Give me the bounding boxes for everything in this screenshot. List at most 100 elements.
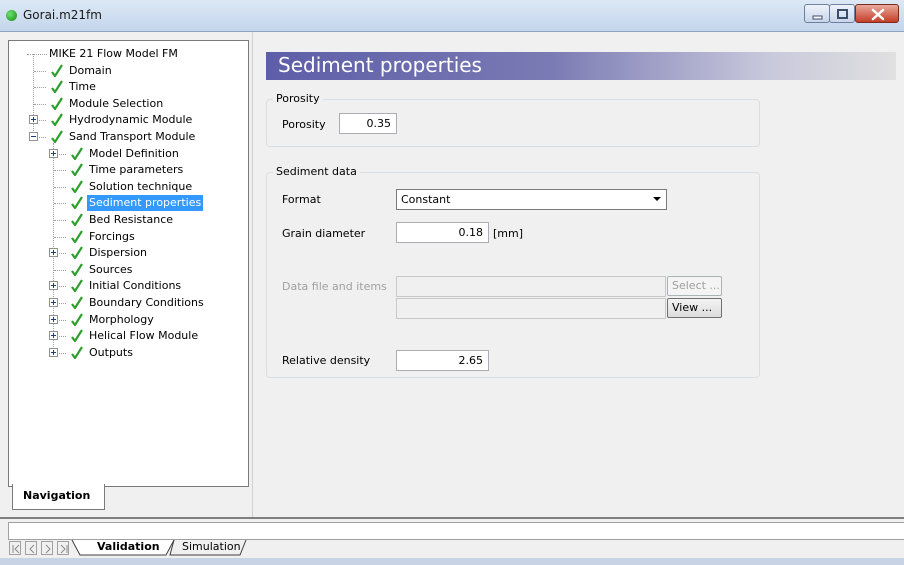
- tree-item[interactable]: Morphology: [9, 312, 248, 328]
- tree-item[interactable]: Solution technique: [9, 179, 248, 195]
- tree-guide-line: [54, 236, 66, 238]
- tree-guide-line: [54, 269, 66, 271]
- expand-icon[interactable]: [49, 314, 58, 324]
- data-file-input[interactable]: [396, 276, 666, 297]
- select-file-button[interactable]: Select ...: [667, 276, 722, 296]
- tree-item[interactable]: Module Selection: [9, 96, 248, 112]
- tree-item-label: Boundary Conditions: [89, 296, 204, 309]
- checkmark-icon: [71, 163, 83, 177]
- plus-icon: [51, 300, 56, 305]
- close-icon: [871, 8, 885, 21]
- tree-item[interactable]: Domain: [9, 63, 248, 79]
- tree-guide-line: [54, 186, 66, 188]
- first-icon: [12, 544, 20, 554]
- grain-diameter-input[interactable]: 0.18: [396, 222, 489, 243]
- tab-navigation[interactable]: Navigation: [12, 484, 105, 510]
- output-area: [8, 522, 904, 540]
- checkmark-icon: [51, 113, 63, 127]
- minimize-button[interactable]: [804, 4, 830, 23]
- collapse-icon[interactable]: [29, 132, 38, 141]
- tree-item[interactable]: MIKE 21 Flow Model FM: [9, 46, 248, 62]
- tree-item-label: Bed Resistance: [89, 213, 174, 226]
- tree-item[interactable]: Time parameters: [9, 162, 248, 178]
- plus-icon: [51, 283, 56, 289]
- status-bar: [0, 558, 904, 565]
- plus-icon: [51, 349, 56, 355]
- sediment-data-group: Sediment data Format Constant Grain diam…: [266, 165, 760, 378]
- porosity-label: Porosity: [282, 118, 326, 131]
- tree-item-label: Module Selection: [69, 96, 164, 110]
- tree-item-label: Model Definition: [89, 146, 179, 160]
- checkmark-icon: [71, 296, 83, 309]
- expand-icon[interactable]: [49, 298, 58, 307]
- tree-item[interactable]: Dispersion: [9, 245, 248, 261]
- minimize-icon: [812, 15, 823, 20]
- porosity-group-title: Porosity: [273, 92, 323, 105]
- tree-item[interactable]: Forcings: [9, 229, 248, 245]
- checkmark-icon: [51, 130, 63, 143]
- checkmark-icon: [51, 80, 63, 94]
- tree-item[interactable]: Bed Resistance: [9, 212, 248, 228]
- next-icon: [45, 544, 51, 554]
- title-bar: Gorai.m21fm: [0, 0, 904, 32]
- tree-item[interactable]: Time: [9, 79, 248, 95]
- tree-item-label: Domain: [69, 63, 112, 77]
- tree-item[interactable]: Boundary Conditions: [9, 295, 248, 311]
- tab-validation[interactable]: Validation: [97, 540, 160, 556]
- tree-guide-line: [54, 170, 66, 172]
- plus-icon: [51, 250, 56, 256]
- tree-item-label: Time parameters: [89, 163, 184, 177]
- expand-icon[interactable]: [49, 248, 58, 258]
- tree-item[interactable]: Sources: [9, 262, 248, 278]
- sediment-data-group-title: Sediment data: [273, 165, 360, 178]
- tab-first-button[interactable]: [9, 541, 21, 555]
- tab-next-button[interactable]: [41, 541, 53, 555]
- last-icon: [60, 544, 68, 554]
- tree-item[interactable]: Hydrodynamic Module: [9, 112, 248, 128]
- expand-icon[interactable]: [49, 148, 58, 158]
- tree-item-label: Sources: [89, 262, 133, 276]
- tree-item[interactable]: Model Definition: [9, 146, 248, 162]
- tree-item-label: Hydrodynamic Module: [69, 113, 193, 127]
- tree-guide-line: [34, 87, 46, 89]
- porosity-input[interactable]: 0.35: [339, 113, 397, 134]
- window-title: Gorai.m21fm: [23, 8, 102, 22]
- expand-icon[interactable]: [29, 115, 38, 125]
- page-header: Sediment properties: [266, 52, 896, 80]
- data-items-input[interactable]: [396, 298, 666, 319]
- tree-item-label: MIKE 21 Flow Model FM: [49, 47, 178, 60]
- expand-icon[interactable]: [49, 281, 58, 291]
- navigation-tree: MIKE 21 Flow Model FM Domain Time Module Se…: [9, 41, 248, 486]
- close-button[interactable]: [855, 4, 899, 23]
- tree-item[interactable]: Initial Conditions: [9, 278, 248, 294]
- expand-icon[interactable]: [49, 347, 58, 357]
- checkmark-icon: [71, 346, 83, 359]
- format-select[interactable]: Constant: [396, 189, 667, 210]
- porosity-group: Porosity Porosity 0.35: [266, 92, 760, 147]
- checkmark-icon: [71, 230, 83, 243]
- tree-item[interactable]: Sand Transport Module: [9, 129, 248, 145]
- tree-item-label: Initial Conditions: [89, 279, 182, 293]
- relative-density-input[interactable]: 2.65: [396, 350, 489, 371]
- tree-item-label: Helical Flow Module: [89, 329, 199, 343]
- minus-icon: [31, 136, 36, 137]
- tree-item[interactable]: Outputs: [9, 345, 248, 361]
- view-button[interactable]: View ...: [667, 298, 722, 318]
- expand-icon[interactable]: [49, 331, 58, 341]
- tree-item-label: Dispersion: [89, 246, 148, 260]
- tab-prev-button[interactable]: [25, 541, 37, 555]
- restore-icon: [837, 9, 848, 19]
- main-area: MIKE 21 Flow Model FM Domain Time Module Se…: [0, 32, 904, 517]
- maximize-button[interactable]: [829, 4, 855, 23]
- tree-item[interactable]: Sediment properties: [9, 195, 248, 212]
- tree-item-label: Solution technique: [89, 179, 193, 193]
- tab-simulation[interactable]: Simulation: [182, 540, 241, 556]
- checkmark-icon: [71, 263, 83, 276]
- tree-item[interactable]: Helical Flow Module: [9, 328, 248, 344]
- page-title: Sediment properties: [278, 53, 482, 77]
- tab-last-button[interactable]: [57, 541, 69, 555]
- checkmark-icon: [71, 213, 83, 226]
- plus-icon: [51, 150, 56, 156]
- tree-guide-line: [54, 203, 66, 205]
- tree-item-label: Sediment properties: [87, 195, 204, 212]
